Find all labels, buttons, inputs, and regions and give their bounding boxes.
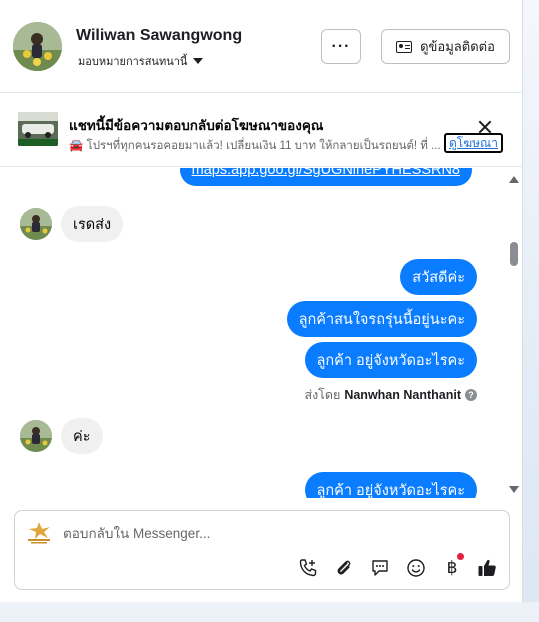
message-avatar [20, 420, 52, 452]
scroll-down-arrow-icon[interactable] [509, 486, 519, 493]
message-avatar [20, 208, 52, 240]
message-bubble-outgoing[interactable]: maps.app.goo.gl/SgUGNinePYHESSRN8 [179, 168, 472, 186]
assign-conversation-dropdown[interactable]: มอบหมายการสนทนานี้ [78, 52, 204, 70]
baht-icon[interactable]: ฿ [441, 557, 463, 579]
message-bubble-outgoing[interactable]: ลูกค้า อยู่จังหวัดอะไรคะ [304, 342, 477, 378]
conversation-panel: Wiliwan Sawangwong มอบหมายการสนทนานี้ ··… [0, 0, 523, 602]
view-ad-link[interactable]: ดูโฆษณา [444, 133, 503, 153]
contact-card-icon [396, 40, 413, 53]
sent-by-label: ส่งโดย Nanwhan Nanthanit ? [304, 385, 477, 405]
message-bubble-incoming[interactable]: ค่ะ [61, 418, 103, 454]
message-bubble-incoming[interactable]: เรดส่ง [61, 206, 124, 242]
page-background-bottom [0, 602, 539, 622]
ad-reply-banner: แชทนี้มีข้อความตอบกลับต่อโฆษณาของคุณ 🚘 โ… [0, 94, 522, 167]
ad-banner-title: แชทนี้มีข้อความตอบกลับต่อโฆษณาของคุณ [69, 118, 324, 133]
scroll-up-arrow-icon[interactable] [509, 176, 519, 183]
message-bubble-outgoing[interactable]: ลูกค้า อยู่จังหวัดอะไรคะ [304, 472, 477, 498]
reply-input[interactable] [63, 522, 463, 544]
notification-dot [457, 553, 464, 560]
sent-by-name: Nanwhan Nanthanit [344, 388, 461, 402]
more-options-button[interactable]: ··· [321, 29, 361, 64]
page-logo [24, 519, 54, 545]
close-icon[interactable] [478, 120, 492, 134]
ad-thumbnail[interactable] [18, 112, 58, 146]
ad-snippet: 🚘 โปรฯที่ทุกคนรอคอยมาแล้ว! เปลี่ยนเงิน 1… [69, 140, 441, 152]
page-background [523, 0, 539, 622]
caret-down-icon [193, 58, 204, 64]
view-contact-label: ดูข้อมูลติดต่อ [420, 39, 495, 54]
phone-add-icon[interactable] [297, 557, 319, 579]
emoji-icon[interactable] [405, 557, 427, 579]
chat-bubble-icon[interactable] [369, 557, 391, 579]
help-icon[interactable]: ? [465, 389, 477, 401]
message-bubble-outgoing[interactable]: สวัสดีค่ะ [400, 259, 477, 295]
paperclip-icon[interactable] [333, 557, 355, 579]
scrollbar-thumb[interactable] [510, 242, 518, 266]
reply-composer: ฿ [14, 510, 510, 590]
view-contact-button[interactable]: ดูข้อมูลติดต่อ [381, 29, 510, 64]
conversation-header: Wiliwan Sawangwong มอบหมายการสนทนานี้ ··… [0, 0, 522, 93]
contact-name: Wiliwan Sawangwong [76, 27, 243, 44]
message-list[interactable]: maps.app.goo.gl/SgUGNinePYHESSRN8 เรดส่ง… [0, 168, 508, 498]
thumbs-up-icon[interactable] [476, 557, 498, 579]
contact-avatar[interactable] [13, 22, 62, 71]
assign-label: มอบหมายการสนทนานี้ [78, 56, 188, 68]
sent-by-prefix: ส่งโดย [304, 388, 341, 402]
message-bubble-outgoing[interactable]: ลูกค้าสนใจรถรุ่นนี้อยู่นะคะ [286, 301, 477, 337]
